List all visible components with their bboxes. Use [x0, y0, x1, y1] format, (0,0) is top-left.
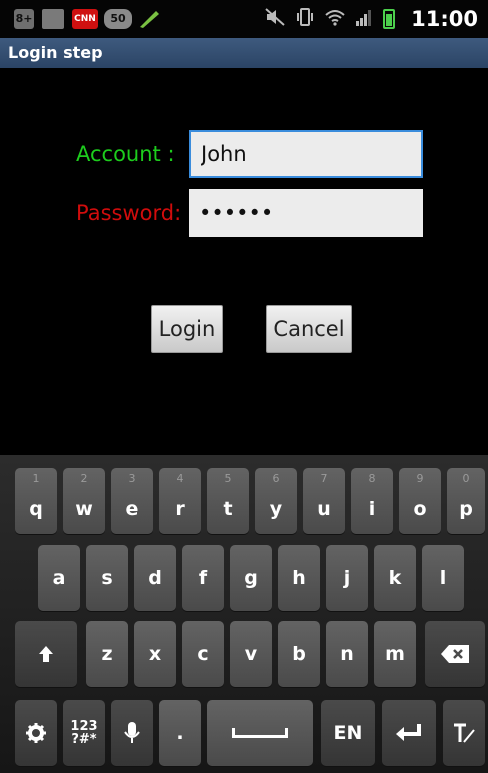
- key-t[interactable]: 5t: [207, 468, 249, 534]
- 50-badge-icon: 50: [104, 9, 132, 29]
- key-r[interactable]: 4r: [159, 468, 201, 534]
- key-g[interactable]: g: [230, 545, 272, 611]
- microphone-icon: [124, 722, 140, 743]
- shift-arrow-icon: [39, 646, 53, 662]
- backspace-key[interactable]: [425, 621, 485, 687]
- key-f[interactable]: f: [182, 545, 224, 611]
- backspace-icon: [441, 645, 469, 663]
- handwriting-icon: [454, 723, 475, 743]
- login-button[interactable]: Login: [151, 305, 223, 353]
- key-j[interactable]: j: [326, 545, 368, 611]
- key-p[interactable]: 0p: [447, 468, 485, 534]
- handwriting-key[interactable]: [443, 700, 485, 766]
- google-plus-icon: 8+: [14, 9, 34, 29]
- key-m[interactable]: m: [374, 621, 416, 687]
- key-l[interactable]: l: [422, 545, 464, 611]
- key-x[interactable]: x: [134, 621, 176, 687]
- period-key[interactable]: .: [159, 700, 201, 766]
- enter-icon: [396, 724, 421, 741]
- soft-keyboard: 1q 2w 3e 4r 5t 6y 7u 8i 9o 0p a s d f g …: [0, 455, 488, 773]
- key-a[interactable]: a: [38, 545, 80, 611]
- signal-icon: [355, 8, 373, 31]
- key-b[interactable]: b: [278, 621, 320, 687]
- mute-icon: [265, 7, 285, 31]
- status-right: 11:00: [265, 0, 478, 38]
- key-z[interactable]: z: [86, 621, 128, 687]
- account-input[interactable]: [189, 130, 423, 178]
- password-input[interactable]: [189, 189, 423, 237]
- spacebar-icon: [232, 728, 288, 738]
- gear-icon: [26, 723, 46, 743]
- settings-key[interactable]: [15, 700, 57, 766]
- key-w[interactable]: 2w: [63, 468, 105, 534]
- key-d[interactable]: d: [134, 545, 176, 611]
- key-e[interactable]: 3e: [111, 468, 153, 534]
- messages-icon: [42, 9, 64, 29]
- wifi-icon: [325, 8, 345, 31]
- battery-icon: [383, 9, 396, 29]
- symbols-key[interactable]: 123 ?#*: [63, 700, 105, 766]
- key-s[interactable]: s: [86, 545, 128, 611]
- account-label: Account :: [76, 142, 175, 166]
- clock: 11:00: [411, 7, 478, 31]
- voice-input-key[interactable]: [111, 700, 153, 766]
- cnn-icon: CNN: [72, 9, 98, 29]
- vibrate-icon: [295, 7, 315, 31]
- key-c[interactable]: c: [182, 621, 224, 687]
- key-i[interactable]: 8i: [351, 468, 393, 534]
- enter-key[interactable]: [382, 700, 436, 766]
- cancel-button[interactable]: Cancel: [266, 305, 352, 353]
- key-k[interactable]: k: [374, 545, 416, 611]
- symbols-bottom: ?#*: [71, 732, 97, 747]
- key-h[interactable]: h: [278, 545, 320, 611]
- key-o[interactable]: 9o: [399, 468, 441, 534]
- password-label: Password:: [76, 201, 182, 225]
- space-key[interactable]: [207, 700, 313, 766]
- key-y[interactable]: 6y: [255, 468, 297, 534]
- status-bar: 8+ CNN 50 11:00: [0, 0, 488, 38]
- key-n[interactable]: n: [326, 621, 368, 687]
- pen-icon: [138, 9, 160, 29]
- key-u[interactable]: 7u: [303, 468, 345, 534]
- shift-key[interactable]: [15, 621, 77, 687]
- title-bar: Login step: [0, 38, 488, 68]
- key-v[interactable]: v: [230, 621, 272, 687]
- language-key[interactable]: EN: [321, 700, 375, 766]
- key-q[interactable]: 1q: [15, 468, 57, 534]
